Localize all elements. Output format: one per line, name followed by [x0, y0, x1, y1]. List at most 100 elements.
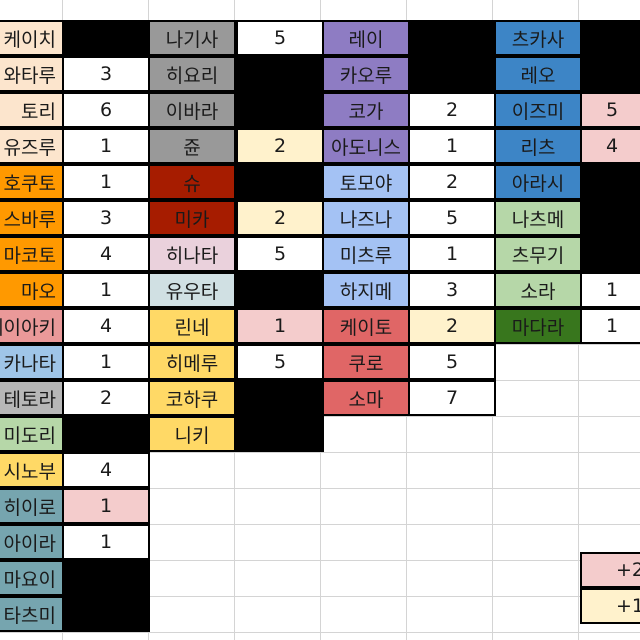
member-name-cell[interactable]: 토모야: [322, 164, 410, 200]
member-value-cell[interactable]: 2: [408, 308, 496, 344]
member-value-cell[interactable]: [580, 20, 640, 56]
member-value-cell[interactable]: 1: [62, 128, 150, 164]
member-name-cell[interactable]: 나츠메: [494, 200, 582, 236]
member-value-cell[interactable]: 5: [408, 344, 496, 380]
member-name-cell[interactable]: 하지메: [322, 272, 410, 308]
member-name-cell[interactable]: 미츠루: [322, 236, 410, 272]
bonus-legend-cell[interactable]: +1: [580, 588, 640, 624]
member-value-cell[interactable]: 1: [62, 164, 150, 200]
member-name-cell[interactable]: 쥰: [148, 128, 236, 164]
member-name-cell[interactable]: 츠무기: [494, 236, 582, 272]
member-name-cell[interactable]: 아이라: [0, 524, 64, 560]
member-value-cell[interactable]: 5: [580, 92, 640, 128]
member-value-cell[interactable]: 1: [580, 272, 640, 308]
member-name-cell[interactable]: 와타루: [0, 56, 64, 92]
member-value-cell[interactable]: [236, 92, 324, 128]
member-name-cell[interactable]: 토리: [0, 92, 64, 128]
member-value-cell[interactable]: [408, 20, 496, 56]
member-value-cell[interactable]: 4: [62, 452, 150, 488]
bonus-legend-cell[interactable]: +2: [580, 552, 640, 588]
member-name-cell[interactable]: 히요리: [148, 56, 236, 92]
member-name-cell[interactable]: 카나타: [0, 344, 64, 380]
member-name-cell[interactable]: 리츠: [494, 128, 582, 164]
member-name-cell[interactable]: 미카: [148, 200, 236, 236]
member-name-cell[interactable]: 유우타: [148, 272, 236, 308]
member-name-cell[interactable]: 이즈미: [494, 92, 582, 128]
member-value-cell[interactable]: 6: [62, 92, 150, 128]
member-name-cell[interactable]: 마코토: [0, 236, 64, 272]
member-name-cell[interactable]: 마요이: [0, 560, 64, 596]
member-name-cell[interactable]: 마다라: [494, 308, 582, 344]
member-value-cell[interactable]: 5: [236, 236, 324, 272]
member-name-cell[interactable]: 레이아키: [0, 308, 64, 344]
member-value-cell[interactable]: 2: [236, 200, 324, 236]
member-name-cell[interactable]: 아라시: [494, 164, 582, 200]
member-name-cell[interactable]: 코하쿠: [148, 380, 236, 416]
member-value-cell[interactable]: 3: [62, 200, 150, 236]
member-name-cell[interactable]: 호쿠토: [0, 164, 64, 200]
member-value-cell[interactable]: 1: [408, 128, 496, 164]
member-value-cell[interactable]: 5: [408, 200, 496, 236]
member-value-cell[interactable]: [236, 164, 324, 200]
member-name-cell[interactable]: 카오루: [322, 56, 410, 92]
member-name-cell[interactable]: 스바루: [0, 200, 64, 236]
member-value-cell[interactable]: 3: [62, 56, 150, 92]
member-value-cell[interactable]: 2: [408, 164, 496, 200]
member-value-cell[interactable]: 1: [408, 236, 496, 272]
member-value-cell[interactable]: [62, 20, 150, 56]
member-value-cell[interactable]: [62, 596, 150, 632]
member-name-cell[interactable]: 슈: [148, 164, 236, 200]
member-value-cell[interactable]: [236, 380, 324, 416]
member-value-cell[interactable]: 4: [580, 128, 640, 164]
member-value-cell[interactable]: [62, 560, 150, 596]
member-value-cell[interactable]: [580, 200, 640, 236]
member-value-cell[interactable]: [580, 236, 640, 272]
member-name-cell[interactable]: 마오: [0, 272, 64, 308]
member-name-cell[interactable]: 히메루: [148, 344, 236, 380]
member-value-cell[interactable]: 4: [62, 308, 150, 344]
member-value-cell[interactable]: [236, 56, 324, 92]
member-value-cell[interactable]: [62, 416, 150, 452]
member-name-cell[interactable]: 유즈루: [0, 128, 64, 164]
member-name-cell[interactable]: 나즈나: [322, 200, 410, 236]
member-value-cell[interactable]: 2: [62, 380, 150, 416]
member-value-cell[interactable]: [236, 416, 324, 452]
member-value-cell[interactable]: [236, 272, 324, 308]
member-name-cell[interactable]: 케이치: [0, 20, 64, 56]
member-name-cell[interactable]: 코가: [322, 92, 410, 128]
member-name-cell[interactable]: 아도니스: [322, 128, 410, 164]
member-name-cell[interactable]: 나기사: [148, 20, 236, 56]
member-name-cell[interactable]: 타츠미: [0, 596, 64, 632]
member-value-cell[interactable]: 2: [408, 92, 496, 128]
member-name-cell[interactable]: 니키: [148, 416, 236, 452]
member-value-cell[interactable]: 1: [580, 308, 640, 344]
member-name-cell[interactable]: 미도리: [0, 416, 64, 452]
member-name-cell[interactable]: 소라: [494, 272, 582, 308]
member-name-cell[interactable]: 히이로: [0, 488, 64, 524]
member-value-cell[interactable]: 7: [408, 380, 496, 416]
member-value-cell[interactable]: [408, 56, 496, 92]
member-value-cell[interactable]: 5: [236, 20, 324, 56]
member-name-cell[interactable]: 시노부: [0, 452, 64, 488]
member-value-cell[interactable]: 1: [62, 272, 150, 308]
member-value-cell[interactable]: [580, 56, 640, 92]
member-value-cell[interactable]: 1: [62, 488, 150, 524]
member-value-cell[interactable]: 2: [236, 128, 324, 164]
member-value-cell[interactable]: 4: [62, 236, 150, 272]
member-value-cell[interactable]: 5: [236, 344, 324, 380]
member-value-cell[interactable]: [580, 164, 640, 200]
member-value-cell[interactable]: 1: [62, 524, 150, 560]
member-name-cell[interactable]: 케이토: [322, 308, 410, 344]
member-value-cell[interactable]: 1: [236, 308, 324, 344]
member-name-cell[interactable]: 쿠로: [322, 344, 410, 380]
member-value-cell[interactable]: 1: [62, 344, 150, 380]
member-name-cell[interactable]: 이바라: [148, 92, 236, 128]
member-name-cell[interactable]: 소마: [322, 380, 410, 416]
member-name-cell[interactable]: 레이: [322, 20, 410, 56]
member-name-cell[interactable]: 테토라: [0, 380, 64, 416]
member-value-cell[interactable]: 3: [408, 272, 496, 308]
member-name-cell[interactable]: 린네: [148, 308, 236, 344]
member-name-cell[interactable]: 츠카사: [494, 20, 582, 56]
member-name-cell[interactable]: 히나타: [148, 236, 236, 272]
member-name-cell[interactable]: 레오: [494, 56, 582, 92]
